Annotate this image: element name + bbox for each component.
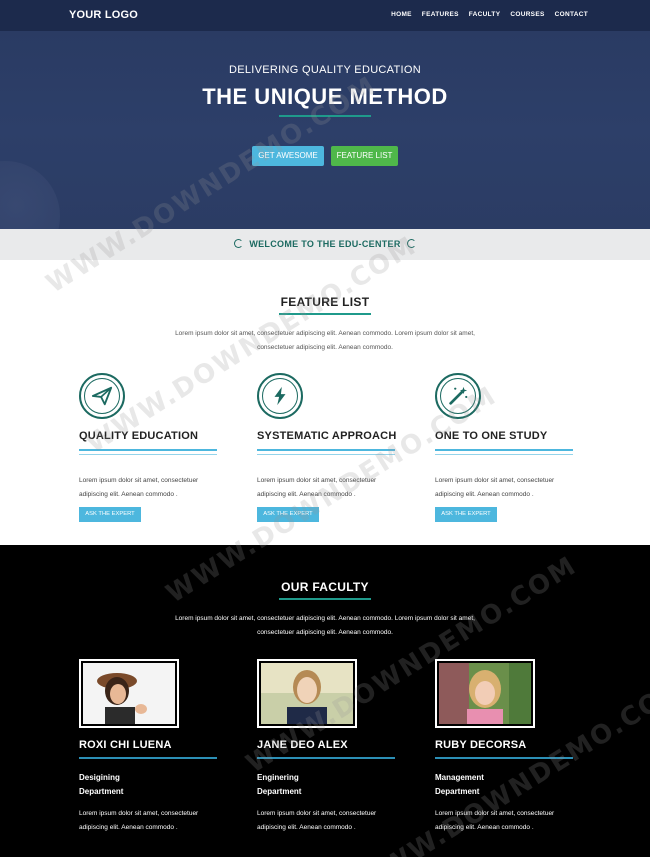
faculty-text-line: adipiscing elit. Aenean commodo . — [257, 824, 356, 831]
faculty-photo[interactable] — [79, 659, 179, 728]
features-intro-line: consectetuer adipiscing elit. Aenean com… — [257, 344, 393, 351]
welcome-band: WELCOME TO THE EDU-CENTER — [0, 229, 650, 260]
hero-divider — [279, 115, 371, 117]
faculty-name: RUBY DECORSA — [435, 739, 527, 751]
feature-text-line: adipiscing elit. Aenean commodo . — [435, 491, 534, 498]
faculty-text-line: Lorem ipsum dolor sit amet, consectetuer — [435, 810, 555, 817]
faculty-intro-line: Lorem ipsum dolor sit amet, consectetuer… — [175, 615, 475, 622]
portrait-image — [83, 663, 175, 724]
faculty-divider — [279, 598, 371, 600]
ring-icon — [234, 239, 244, 248]
portrait-image — [439, 663, 531, 724]
faculty-dept-line: Department — [79, 787, 124, 796]
faculty-text: Lorem ipsum dolor sit amet, consectetuer… — [257, 807, 397, 835]
ask-expert-button[interactable]: ASK THE EXPERT — [435, 507, 497, 522]
faculty-text-line: Lorem ipsum dolor sit amet, consectetuer — [257, 810, 377, 817]
features-intro-line: Lorem ipsum dolor sit amet, consectetuer… — [175, 330, 475, 337]
features-title: FEATURE LIST — [280, 295, 370, 309]
menu-item-features[interactable]: FEATURES — [422, 11, 459, 18]
feature-text: Lorem ipsum dolor sit amet, consectetuer… — [79, 474, 219, 502]
feature-divider — [79, 454, 217, 455]
feature-text: Lorem ipsum dolor sit amet, consectetuer… — [257, 474, 397, 502]
feature-text-line: Lorem ipsum dolor sit amet, consectetuer — [257, 477, 377, 484]
faculty-name: ROXI CHI LUENA — [79, 739, 172, 751]
menu-item-contact[interactable]: CONTACT — [555, 11, 588, 18]
paper-plane-icon — [91, 386, 113, 406]
feature-text: Lorem ipsum dolor sit amet, consectetuer… — [435, 474, 575, 502]
menu-item-faculty[interactable]: FACULTY — [469, 11, 501, 18]
faculty-dept-line: Enginering — [257, 773, 299, 782]
faculty-text: Lorem ipsum dolor sit amet, consectetuer… — [435, 807, 575, 835]
faculty-section: OUR FACULTY Lorem ipsum dolor sit amet, … — [0, 545, 650, 857]
feature-text-line: Lorem ipsum dolor sit amet, consectetuer — [435, 477, 555, 484]
feature-list-button[interactable]: FEATURE LIST — [331, 146, 398, 166]
features-intro: Lorem ipsum dolor sit amet, consectetuer… — [150, 327, 500, 355]
lightning-icon — [274, 386, 286, 406]
faculty-text-line: Lorem ipsum dolor sit amet, consectetuer — [79, 810, 199, 817]
menu-item-courses[interactable]: COURSES — [510, 11, 544, 18]
faculty-department: Enginering Department — [257, 771, 397, 799]
faculty-text: Lorem ipsum dolor sit amet, consectetuer… — [79, 807, 219, 835]
top-nav: YOUR LOGO HOME FEATURES FACULTY COURSES … — [0, 0, 650, 31]
hero-title: THE UNIQUE METHOD — [202, 84, 448, 109]
hero-decoration — [0, 161, 60, 229]
feature-divider — [435, 449, 573, 451]
faculty-intro-line: consectetuer adipiscing elit. Aenean com… — [257, 629, 393, 636]
feature-title: QUALITY EDUCATION — [79, 430, 199, 442]
welcome-text: WELCOME TO THE EDU-CENTER — [249, 239, 401, 249]
feature-divider — [435, 454, 573, 455]
feature-divider — [257, 454, 395, 455]
feature-title: ONE TO ONE STUDY — [435, 430, 548, 442]
faculty-dept-line: Department — [257, 787, 302, 796]
main-menu: HOME FEATURES FACULTY COURSES CONTACT — [391, 11, 588, 18]
feature-divider — [79, 449, 217, 451]
features-section: FEATURE LIST Lorem ipsum dolor sit amet,… — [0, 260, 650, 545]
feature-text-line: adipiscing elit. Aenean commodo . — [257, 491, 356, 498]
faculty-department: Desigining Department — [79, 771, 219, 799]
feature-icon-circle — [435, 373, 481, 419]
faculty-dept-line: Desigining — [79, 773, 120, 782]
feature-divider — [257, 449, 395, 451]
menu-item-home[interactable]: HOME — [391, 11, 412, 18]
hero-banner: DELIVERING QUALITY EDUCATION THE UNIQUE … — [0, 31, 650, 229]
faculty-intro: Lorem ipsum dolor sit amet, consectetuer… — [150, 612, 500, 640]
faculty-photo[interactable] — [435, 659, 535, 728]
faculty-text-line: adipiscing elit. Aenean commodo . — [79, 824, 178, 831]
faculty-divider — [79, 757, 217, 759]
features-divider — [279, 313, 371, 315]
faculty-divider — [435, 757, 573, 759]
faculty-title: OUR FACULTY — [281, 580, 369, 594]
faculty-photo[interactable] — [257, 659, 357, 728]
feature-text-line: Lorem ipsum dolor sit amet, consectetuer — [79, 477, 199, 484]
feature-icon-circle — [257, 373, 303, 419]
faculty-name: JANE DEO ALEX — [257, 739, 348, 751]
feature-icon-circle — [79, 373, 125, 419]
faculty-dept-line: Department — [435, 787, 480, 796]
faculty-divider — [257, 757, 395, 759]
site-logo[interactable]: YOUR LOGO — [69, 9, 138, 21]
portrait-image — [261, 663, 353, 724]
get-awesome-button[interactable]: GET AWESOME — [252, 146, 324, 166]
faculty-dept-line: Management — [435, 773, 484, 782]
faculty-text-line: adipiscing elit. Aenean commodo . — [435, 824, 534, 831]
feature-text-line: adipiscing elit. Aenean commodo . — [79, 491, 178, 498]
hero-subtitle: DELIVERING QUALITY EDUCATION — [229, 64, 421, 76]
magic-wand-icon — [449, 386, 468, 405]
ask-expert-button[interactable]: ASK THE EXPERT — [257, 507, 319, 522]
welcome-heading: WELCOME TO THE EDU-CENTER — [0, 239, 650, 249]
ring-icon — [406, 239, 416, 248]
ask-expert-button[interactable]: ASK THE EXPERT — [79, 507, 141, 522]
feature-title: SYSTEMATIC APPROACH — [257, 430, 397, 442]
faculty-department: Management Department — [435, 771, 575, 799]
